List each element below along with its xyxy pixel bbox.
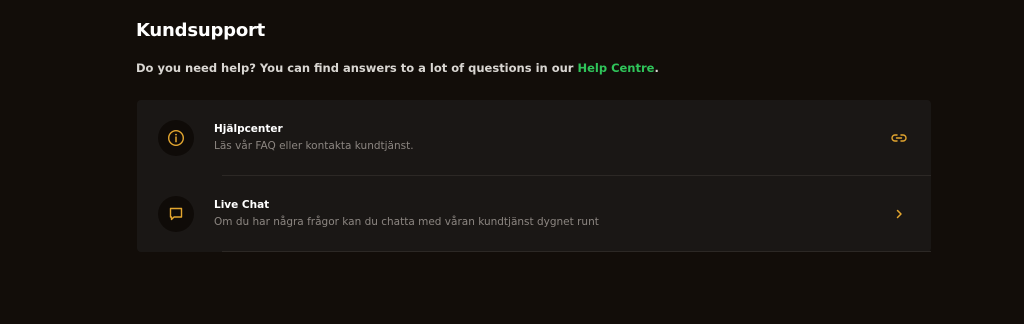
help-centre-link[interactable]: Help Centre: [577, 61, 654, 75]
link-icon[interactable]: [889, 129, 909, 147]
support-item-help-center[interactable]: Hjälpcenter Läs vår FAQ eller kontakta k…: [137, 100, 931, 176]
support-item-subtitle: Om du har några frågor kan du chatta med…: [214, 216, 599, 228]
support-item-title: Hjälpcenter: [214, 123, 283, 135]
support-item-title: Live Chat: [214, 199, 270, 211]
chevron-right-icon[interactable]: [889, 205, 909, 223]
page-title: Kundsupport: [136, 20, 266, 41]
support-intro: Do you need help? You can find answers t…: [136, 61, 659, 75]
support-intro-suffix: .: [654, 61, 659, 75]
info-icon: [158, 120, 194, 156]
support-item-live-chat[interactable]: Live Chat Om du har några frågor kan du …: [137, 176, 931, 252]
support-item-subtitle: Läs vår FAQ eller kontakta kundtjänst.: [214, 140, 414, 152]
row-divider: [222, 251, 931, 252]
support-page: Kundsupport Do you need help? You can fi…: [0, 0, 1024, 324]
support-intro-text: Do you need help? You can find answers t…: [136, 61, 578, 75]
chat-icon: [158, 196, 194, 232]
support-options-card: Hjälpcenter Läs vår FAQ eller kontakta k…: [137, 100, 931, 252]
